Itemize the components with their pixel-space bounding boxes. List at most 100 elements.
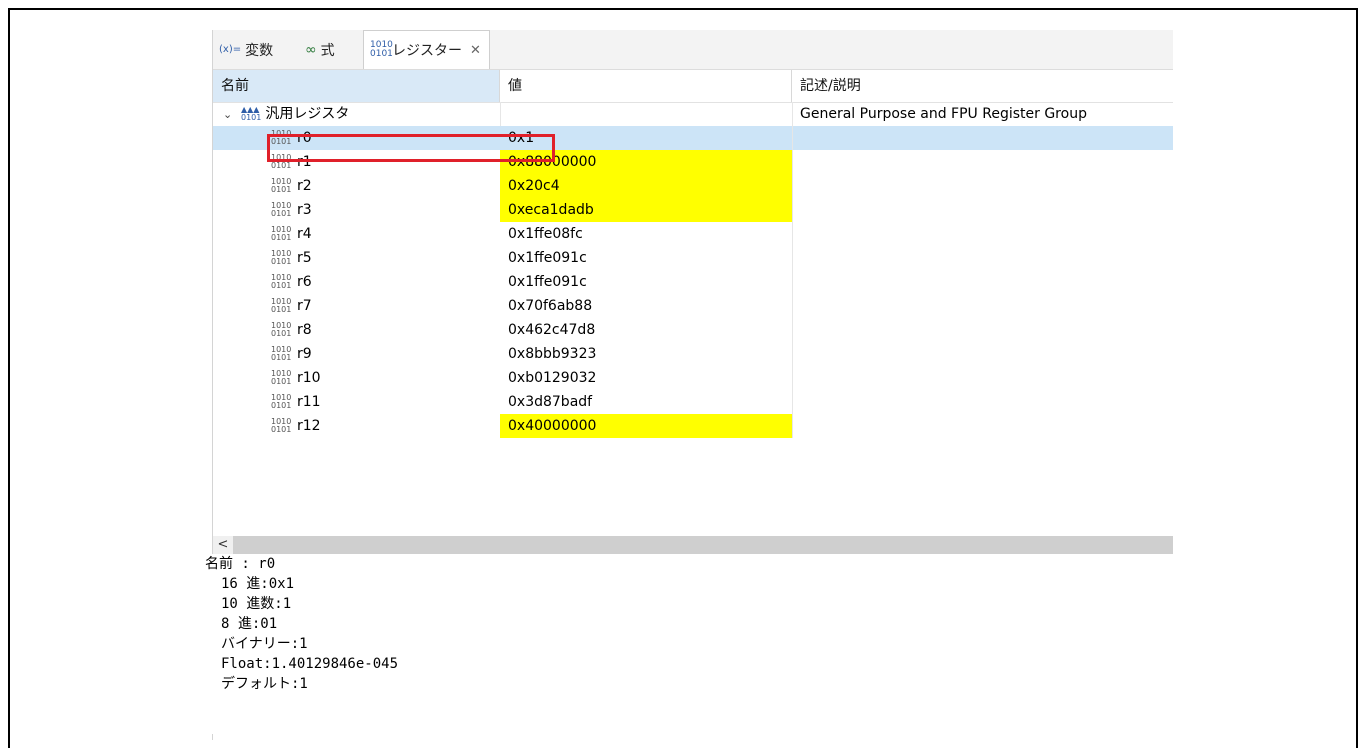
column-divider: [792, 246, 793, 270]
register-row-r6[interactable]: 1010 0101 r6 0x1ffe091c: [213, 270, 1173, 294]
register-value[interactable]: 0x8bbb9323: [500, 342, 792, 366]
register-description: [792, 342, 1173, 366]
register-description: [792, 174, 1173, 198]
register-row-r11[interactable]: 1010 0101 r11 0x3d87badf: [213, 390, 1173, 414]
column-divider: [792, 366, 793, 390]
register-value[interactable]: 0x1ffe091c: [500, 246, 792, 270]
detail-line: 16 進:0x1: [221, 576, 295, 592]
close-icon[interactable]: ✕: [470, 43, 481, 58]
register-icon: 1010 0101: [271, 417, 292, 434]
register-value-cell[interactable]: 0x1: [500, 126, 792, 150]
register-value-cell[interactable]: 0x1ffe091c: [500, 270, 792, 294]
register-value[interactable]: 0xeca1dadb: [500, 198, 792, 222]
register-description: [792, 126, 1173, 150]
column-divider: [792, 198, 793, 222]
register-icon: 1010 0101: [271, 225, 292, 242]
register-value-cell[interactable]: 0xb0129032: [500, 366, 792, 390]
register-icon: 1010 0101: [271, 345, 292, 362]
tab-registers[interactable]: 1010 0101 レジスター ✕: [363, 30, 490, 69]
register-name-cell: 1010 0101 r10: [213, 366, 500, 390]
register-row-r5[interactable]: 1010 0101 r5 0x1ffe091c: [213, 246, 1173, 270]
register-value[interactable]: 0x88000000: [500, 150, 792, 174]
detail-pane: 名前 : r0 16 進:0x1 10 進数:1 8 進:01 バイナリー:1 Float…: [205, 554, 1165, 734]
table-header: 名前 値 記述/説明: [213, 70, 1173, 103]
column-divider: [792, 126, 793, 150]
tab-expressions[interactable]: ∞ 式: [305, 30, 335, 69]
column-divider: [792, 294, 793, 318]
column-divider: [792, 174, 793, 198]
column-divider: [792, 270, 793, 294]
register-name: r4: [297, 226, 312, 242]
register-row-r2[interactable]: 1010 0101 r2 0x20c4: [213, 174, 1173, 198]
register-row-r1[interactable]: 1010 0101 r1 0x88000000: [213, 150, 1173, 174]
column-divider: [792, 222, 793, 246]
register-value[interactable]: 0xb0129032: [500, 366, 792, 390]
column-header-value[interactable]: 値: [500, 70, 792, 102]
register-name-cell: 1010 0101 r1: [213, 150, 500, 174]
register-value-cell[interactable]: 0x462c47d8: [500, 318, 792, 342]
register-value[interactable]: 0x462c47d8: [500, 318, 792, 342]
register-description: [792, 294, 1173, 318]
register-name-cell: 1010 0101 r8: [213, 318, 500, 342]
group-value-cell: [500, 102, 792, 126]
group-description: General Purpose and FPU Register Group: [800, 106, 1087, 122]
register-row-r9[interactable]: 1010 0101 r9 0x8bbb9323: [213, 342, 1173, 366]
register-name: r12: [297, 418, 321, 434]
register-value[interactable]: 0x70f6ab88: [500, 294, 792, 318]
register-row-r8[interactable]: 1010 0101 r8 0x462c47d8: [213, 318, 1173, 342]
register-value-cell[interactable]: 0x3d87badf: [500, 390, 792, 414]
register-value[interactable]: 0x1ffe091c: [500, 270, 792, 294]
group-name-cell: ⌄ ▲▲▲ 0101 汎用レジスタ: [213, 102, 500, 126]
column-divider: [500, 102, 501, 126]
register-value-cell[interactable]: 0x70f6ab88: [500, 294, 792, 318]
tab-variables[interactable]: (x)= 変数: [219, 30, 273, 69]
register-name: r8: [297, 322, 312, 338]
register-group-row[interactable]: ⌄ ▲▲▲ 0101 汎用レジスタ General Purpose and FPU R…: [213, 102, 1173, 126]
register-value[interactable]: 0x1ffe08fc: [500, 222, 792, 246]
scroll-left-arrow[interactable]: <: [213, 536, 233, 554]
register-description: [792, 246, 1173, 270]
register-value-cell[interactable]: 0x88000000: [500, 150, 792, 174]
register-value-cell[interactable]: 0xeca1dadb: [500, 198, 792, 222]
variables-icon: (x)=: [219, 44, 242, 55]
chevron-down-icon[interactable]: ⌄: [223, 103, 237, 127]
register-description: [792, 270, 1173, 294]
register-value-cell[interactable]: 0x20c4: [500, 174, 792, 198]
register-row-r12[interactable]: 1010 0101 r12 0x40000000: [213, 414, 1173, 438]
register-row-r3[interactable]: 1010 0101 r3 0xeca1dadb: [213, 198, 1173, 222]
register-value-cell[interactable]: 0x1ffe091c: [500, 246, 792, 270]
register-name-cell: 1010 0101 r0: [213, 126, 500, 150]
register-value[interactable]: 0x20c4: [500, 174, 792, 198]
register-name: r7: [297, 298, 312, 314]
group-label: 汎用レジスタ: [265, 106, 350, 122]
register-value[interactable]: 0x3d87badf: [500, 390, 792, 414]
register-value-cell[interactable]: 0x40000000: [500, 414, 792, 438]
register-row-r7[interactable]: 1010 0101 r7 0x70f6ab88: [213, 294, 1173, 318]
register-icon: 1010 0101: [271, 249, 292, 266]
tab-registers-label: レジスター: [392, 43, 462, 59]
column-header-name[interactable]: 名前: [213, 70, 500, 102]
register-value-cell[interactable]: 0x8bbb9323: [500, 342, 792, 366]
register-row-r10[interactable]: 1010 0101 r10 0xb0129032: [213, 366, 1173, 390]
register-name-cell: 1010 0101 r12: [213, 414, 500, 438]
register-value[interactable]: 0x40000000: [500, 414, 792, 438]
register-name-cell: 1010 0101 r2: [213, 174, 500, 198]
expressions-icon: ∞: [305, 41, 317, 58]
register-row-r0[interactable]: 1010 0101 r0 0x1: [213, 126, 1173, 150]
register-icon: 1010 0101: [271, 393, 292, 410]
register-description: [792, 414, 1173, 438]
register-description: [792, 390, 1173, 414]
register-name-cell: 1010 0101 r11: [213, 390, 500, 414]
column-divider: [792, 150, 793, 174]
register-value-cell[interactable]: 0x1ffe08fc: [500, 222, 792, 246]
register-name: r5: [297, 250, 312, 266]
column-header-description[interactable]: 記述/説明: [792, 70, 1173, 102]
detail-line: デフォルト:1: [221, 676, 308, 692]
registers-view: (x)= 変数 ∞ 式 1010 0101 レジスター ✕ 名前 値 記述/説明 …: [205, 30, 1173, 740]
tab-variables-label: 変数: [245, 42, 274, 59]
register-value[interactable]: 0x1: [500, 126, 792, 150]
register-group-icon: ▲▲▲ 0101: [241, 105, 262, 122]
column-divider: [792, 390, 793, 414]
register-row-r4[interactable]: 1010 0101 r4 0x1ffe08fc: [213, 222, 1173, 246]
horizontal-scrollbar[interactable]: <: [213, 536, 1173, 554]
